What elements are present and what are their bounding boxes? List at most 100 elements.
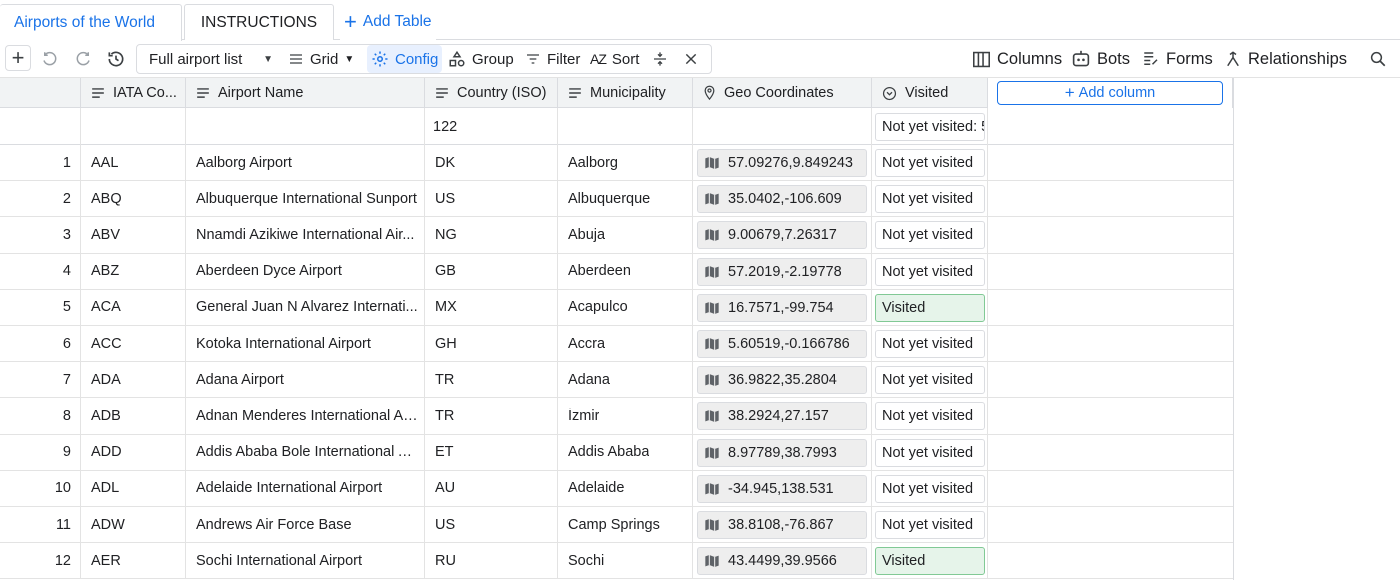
cell-airport-name[interactable]: General Juan N Alvarez Internati...	[186, 289, 425, 325]
cell-airport-name[interactable]: Adelaide International Airport	[186, 470, 425, 506]
tab-airports-of-the-world[interactable]: Airports of the World	[0, 4, 182, 41]
cell-country[interactable]: DK	[425, 145, 558, 181]
cell-municipality[interactable]: Abuja	[558, 217, 693, 253]
cell-iata[interactable]: ABZ	[81, 253, 186, 289]
geo-chip[interactable]: 5.60519,-0.166786	[697, 330, 867, 358]
table-row[interactable]: 1 AAL Aalborg Airport DK Aalborg 57.09276,9.8…	[0, 145, 1233, 182]
visited-chip[interactable]: Not yet visited	[875, 221, 985, 250]
cell-airport-name[interactable]: Adnan Menderes International Ai...	[186, 398, 425, 434]
cell-municipality[interactable]: Accra	[558, 326, 693, 362]
cell-iata[interactable]: AER	[81, 543, 186, 579]
cell-airport-name[interactable]: Aalborg Airport	[186, 145, 425, 181]
add-column-button[interactable]: + Add column	[997, 81, 1223, 105]
row-height-icon[interactable]	[650, 40, 670, 78]
visited-chip[interactable]: Not yet visited	[875, 438, 985, 467]
cell-airport-name[interactable]: Nnamdi Azikiwe International Air...	[186, 217, 425, 253]
cell-airport-name[interactable]: Albuquerque International Sunport	[186, 181, 425, 217]
cell-country[interactable]: RU	[425, 543, 558, 579]
visited-chip[interactable]: Not yet visited	[875, 511, 985, 539]
cell-municipality[interactable]: Addis Ababa	[558, 434, 693, 470]
cell-country[interactable]: TR	[425, 398, 558, 434]
undo-icon[interactable]	[38, 40, 62, 78]
grid-view-button[interactable]: Grid ▼	[288, 40, 354, 78]
cell-country[interactable]: GB	[425, 253, 558, 289]
cell-iata[interactable]: ADA	[81, 362, 186, 398]
cell-country[interactable]: US	[425, 507, 558, 543]
visited-chip[interactable]: Visited	[875, 547, 985, 576]
cell-country[interactable]: ET	[425, 434, 558, 470]
visited-chip[interactable]: Not yet visited	[875, 366, 985, 395]
visited-chip[interactable]: Visited	[875, 293, 985, 322]
table-row[interactable]: 7 ADA Adana Airport TR Adana 36.9822,35.2804 N…	[0, 362, 1233, 399]
cell-municipality[interactable]: Aalborg	[558, 145, 693, 181]
cell-iata[interactable]: ADW	[81, 507, 186, 543]
geo-chip[interactable]: 57.09276,9.849243	[697, 149, 867, 177]
cell-iata[interactable]: ABV	[81, 217, 186, 253]
cell-country[interactable]: GH	[425, 326, 558, 362]
geo-chip[interactable]: 38.8108,-76.867	[697, 511, 867, 539]
table-row[interactable]: 11 ADW Andrews Air Force Base US Camp Spring…	[0, 507, 1233, 544]
visited-chip[interactable]: Not yet visited	[875, 149, 985, 177]
cell-country[interactable]: US	[425, 181, 558, 217]
close-icon[interactable]	[682, 40, 700, 78]
cell-airport-name[interactable]: Sochi International Airport	[186, 543, 425, 579]
cell-municipality[interactable]: Adana	[558, 362, 693, 398]
column-header-visited[interactable]: Visited	[872, 78, 988, 108]
geo-chip[interactable]: 16.7571,-99.754	[697, 293, 867, 322]
cell-iata[interactable]: ABQ	[81, 181, 186, 217]
cell-airport-name[interactable]: Kotoka International Airport	[186, 326, 425, 362]
visited-chip[interactable]: Not yet visited	[875, 257, 985, 286]
view-selector[interactable]: Full airport list ▼	[149, 40, 273, 78]
cell-country[interactable]: MX	[425, 289, 558, 325]
visited-chip[interactable]: Not yet visited	[875, 474, 985, 503]
visited-chip[interactable]: Not yet visited	[875, 330, 985, 358]
add-table-button[interactable]: + Add Table	[340, 4, 436, 40]
cell-municipality[interactable]: İzmir	[558, 398, 693, 434]
summary-visited-chip[interactable]: Not yet visited: 5	[875, 113, 985, 141]
relationships-button[interactable]: Relationships	[1224, 40, 1347, 78]
add-row-button[interactable]: +	[5, 45, 31, 71]
table-row[interactable]: 9 ADD Addis Ababa Bole International A... E…	[0, 434, 1233, 471]
redo-icon[interactable]	[71, 40, 95, 78]
cell-municipality[interactable]: Camp Springs	[558, 507, 693, 543]
summary-country-count[interactable]: 122	[425, 108, 558, 145]
table-row[interactable]: 6 ACC Kotoka International Airport GH Accra 5…	[0, 326, 1233, 363]
column-header-iata[interactable]: IATA Co...	[81, 78, 186, 108]
table-row[interactable]: 4 ABZ Aberdeen Dyce Airport GB Aberdeen 57.20…	[0, 253, 1233, 290]
cell-municipality[interactable]: Sochi	[558, 543, 693, 579]
geo-chip[interactable]: 35.0402,-106.609	[697, 185, 867, 214]
geo-chip[interactable]: 38.2924,27.157	[697, 402, 867, 431]
visited-chip[interactable]: Not yet visited	[875, 402, 985, 431]
cell-iata[interactable]: ADD	[81, 434, 186, 470]
config-button[interactable]: Config	[367, 45, 443, 73]
cell-iata[interactable]: ACC	[81, 326, 186, 362]
cell-iata[interactable]: ACA	[81, 289, 186, 325]
cell-airport-name[interactable]: Aberdeen Dyce Airport	[186, 253, 425, 289]
geo-chip[interactable]: 57.2019,-2.19778	[697, 257, 867, 286]
cell-airport-name[interactable]: Addis Ababa Bole International A...	[186, 434, 425, 470]
table-row[interactable]: 12 AER Sochi International Airport RU Sochi 4…	[0, 543, 1233, 580]
column-header-geo[interactable]: Geo Coordinates	[693, 78, 872, 108]
table-row[interactable]: 5 ACA General Juan N Alvarez Internati... M…	[0, 289, 1233, 326]
table-row[interactable]: 3 ABV Nnamdi Azikiwe International Air... N…	[0, 217, 1233, 254]
cell-airport-name[interactable]: Adana Airport	[186, 362, 425, 398]
forms-button[interactable]: Forms	[1142, 40, 1213, 78]
bots-button[interactable]: Bots	[1071, 40, 1130, 78]
cell-airport-name[interactable]: Andrews Air Force Base	[186, 507, 425, 543]
tab-instructions[interactable]: INSTRUCTIONS	[184, 4, 334, 40]
history-icon[interactable]	[104, 40, 128, 78]
geo-chip[interactable]: 9.00679,7.26317	[697, 221, 867, 250]
cell-iata[interactable]: ADB	[81, 398, 186, 434]
group-button[interactable]: Group	[448, 40, 514, 78]
cell-country[interactable]: NG	[425, 217, 558, 253]
cell-country[interactable]: AU	[425, 470, 558, 506]
geo-chip[interactable]: 36.9822,35.2804	[697, 366, 867, 395]
cell-iata[interactable]: AAL	[81, 145, 186, 181]
column-header-municipality[interactable]: Municipality	[558, 78, 693, 108]
search-icon[interactable]	[1368, 40, 1388, 78]
table-row[interactable]: 8 ADB Adnan Menderes International Ai... TR…	[0, 398, 1233, 435]
filter-button[interactable]: Filter	[525, 40, 580, 78]
geo-chip[interactable]: -34.945,138.531	[697, 474, 867, 503]
cell-municipality[interactable]: Acapulco	[558, 289, 693, 325]
sort-button[interactable]: A͏Z Sort	[590, 40, 639, 78]
